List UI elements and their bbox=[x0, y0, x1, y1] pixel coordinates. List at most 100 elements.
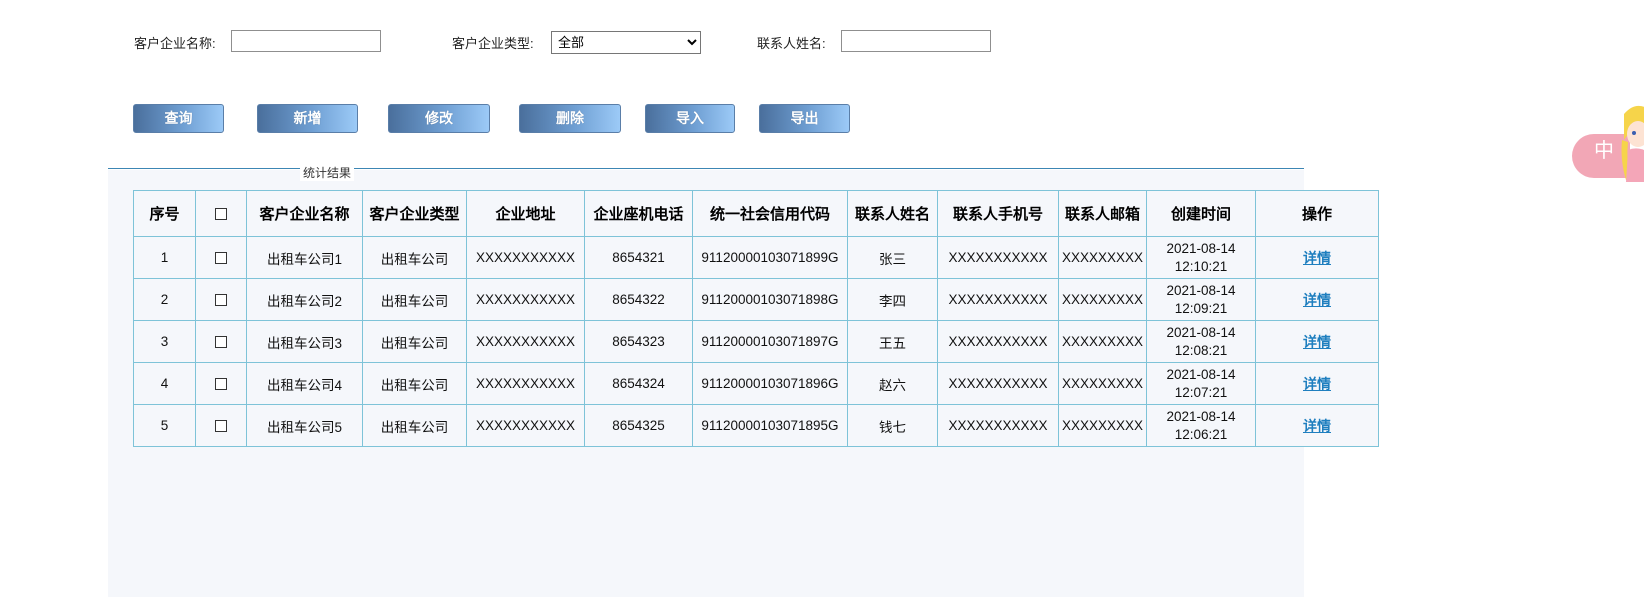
row-checkbox[interactable] bbox=[215, 420, 227, 433]
created-date: 2021-08-14 bbox=[1166, 240, 1236, 256]
cell-company-name: 出租车公司5 bbox=[246, 404, 363, 447]
table-row: 2 出租车公司2 出租车公司 XXXXXXXXXXX 8654322 91120… bbox=[133, 278, 1379, 321]
cell-company-type: 出租车公司 bbox=[362, 278, 467, 321]
cell-contact-mobile: XXXXXXXXXXX bbox=[937, 404, 1059, 447]
cell-landline: 8654321 bbox=[584, 236, 693, 279]
row-checkbox[interactable] bbox=[215, 294, 227, 307]
cell-select[interactable] bbox=[195, 320, 247, 363]
column-header-contact-name: 联系人姓名 bbox=[847, 190, 938, 237]
column-header-created-time: 创建时间 bbox=[1146, 190, 1256, 237]
cell-company-name: 出租车公司3 bbox=[246, 320, 363, 363]
cell-company-name: 出租车公司2 bbox=[246, 278, 363, 321]
detail-link[interactable]: 详情 bbox=[1303, 334, 1331, 350]
cell-address: XXXXXXXXXXX bbox=[466, 404, 585, 447]
cell-contact-name: 赵六 bbox=[847, 362, 938, 405]
company-type-label: 客户企业类型: bbox=[452, 36, 534, 51]
column-header-company-name: 客户企业名称 bbox=[246, 190, 363, 237]
cell-address: XXXXXXXXXXX bbox=[466, 278, 585, 321]
cell-select[interactable] bbox=[195, 362, 247, 405]
query-button[interactable]: 查询 bbox=[133, 104, 224, 133]
results-fieldset-border bbox=[108, 168, 1304, 169]
company-type-select[interactable]: 全部 bbox=[551, 31, 701, 54]
cell-select[interactable] bbox=[195, 404, 247, 447]
delete-button[interactable]: 删除 bbox=[519, 104, 621, 133]
cell-company-type: 出租车公司 bbox=[362, 320, 467, 363]
column-header-index: 序号 bbox=[133, 190, 196, 237]
results-table: 序号 客户企业名称 客户企业类型 企业地址 企业座机电话 统一社会信用代码 联系… bbox=[133, 190, 1379, 447]
column-header-contact-email: 联系人邮箱 bbox=[1058, 190, 1147, 237]
cell-landline: 8654325 bbox=[584, 404, 693, 447]
column-header-select-all[interactable] bbox=[195, 190, 247, 237]
cell-contact-mobile: XXXXXXXXXXX bbox=[937, 278, 1059, 321]
cell-company-type: 出租车公司 bbox=[362, 362, 467, 405]
created-date: 2021-08-14 bbox=[1166, 366, 1236, 382]
cell-created-time: 2021-08-14 12:08:21 bbox=[1146, 320, 1256, 363]
column-header-contact-mobile: 联系人手机号 bbox=[937, 190, 1059, 237]
cell-select[interactable] bbox=[195, 236, 247, 279]
created-date: 2021-08-14 bbox=[1166, 324, 1236, 340]
cell-contact-mobile: XXXXXXXXXXX bbox=[937, 236, 1059, 279]
cell-actions: 详情 bbox=[1255, 320, 1379, 363]
created-clock: 12:07:21 bbox=[1174, 384, 1228, 400]
cell-contact-mobile: XXXXXXXXXXX bbox=[937, 362, 1059, 405]
table-header-row: 序号 客户企业名称 客户企业类型 企业地址 企业座机电话 统一社会信用代码 联系… bbox=[133, 190, 1379, 237]
edit-button[interactable]: 修改 bbox=[388, 104, 490, 133]
cell-landline: 8654324 bbox=[584, 362, 693, 405]
table-row: 4 出租车公司4 出租车公司 XXXXXXXXXXX 8654324 91120… bbox=[133, 362, 1379, 405]
floating-assistant-widget[interactable]: 中 bbox=[1572, 100, 1644, 182]
cell-contact-name: 王五 bbox=[847, 320, 938, 363]
created-clock: 12:09:21 bbox=[1174, 300, 1228, 316]
cell-address: XXXXXXXXXXX bbox=[466, 362, 585, 405]
cell-company-name: 出租车公司1 bbox=[246, 236, 363, 279]
detail-link[interactable]: 详情 bbox=[1303, 292, 1331, 308]
cell-landline: 8654323 bbox=[584, 320, 693, 363]
contact-name-label: 联系人姓名: bbox=[757, 36, 826, 51]
row-checkbox[interactable] bbox=[215, 336, 227, 349]
cell-contact-email: XXXXXXXXX bbox=[1058, 362, 1147, 405]
page: 客户企业名称: 客户企业类型: 全部 联系人姓名: 查询 新增 修改 删除 导入… bbox=[0, 0, 1644, 597]
created-clock: 12:06:21 bbox=[1174, 426, 1228, 442]
cell-contact-name: 张三 bbox=[847, 236, 938, 279]
character-avatar-icon bbox=[1621, 105, 1644, 182]
column-header-address: 企业地址 bbox=[466, 190, 585, 237]
column-header-actions: 操作 bbox=[1255, 190, 1379, 237]
cell-contact-email: XXXXXXXXX bbox=[1058, 404, 1147, 447]
detail-link[interactable]: 详情 bbox=[1303, 418, 1331, 434]
created-date: 2021-08-14 bbox=[1166, 408, 1236, 424]
cell-created-time: 2021-08-14 12:10:21 bbox=[1146, 236, 1256, 279]
widget-label: 中 bbox=[1594, 138, 1614, 162]
cell-credit-code: 91120000103071899G bbox=[692, 236, 848, 279]
cell-contact-email: XXXXXXXXX bbox=[1058, 320, 1147, 363]
cell-index: 4 bbox=[133, 362, 196, 405]
detail-link[interactable]: 详情 bbox=[1303, 376, 1331, 392]
column-header-credit-code: 统一社会信用代码 bbox=[692, 190, 848, 237]
import-button[interactable]: 导入 bbox=[645, 104, 735, 133]
cell-index: 3 bbox=[133, 320, 196, 363]
row-checkbox[interactable] bbox=[215, 378, 227, 391]
created-date: 2021-08-14 bbox=[1166, 282, 1236, 298]
cell-created-time: 2021-08-14 12:07:21 bbox=[1146, 362, 1256, 405]
cell-credit-code: 91120000103071895G bbox=[692, 404, 848, 447]
cell-actions: 详情 bbox=[1255, 362, 1379, 405]
select-all-checkbox[interactable] bbox=[215, 208, 227, 221]
cell-company-type: 出租车公司 bbox=[362, 404, 467, 447]
add-button[interactable]: 新增 bbox=[257, 104, 358, 133]
cell-select[interactable] bbox=[195, 278, 247, 321]
cell-index: 1 bbox=[133, 236, 196, 279]
cell-contact-mobile: XXXXXXXXXXX bbox=[937, 320, 1059, 363]
cell-actions: 详情 bbox=[1255, 278, 1379, 321]
row-checkbox[interactable] bbox=[215, 252, 227, 265]
export-button[interactable]: 导出 bbox=[759, 104, 850, 133]
contact-name-input[interactable] bbox=[841, 30, 991, 52]
created-clock: 12:08:21 bbox=[1174, 342, 1228, 358]
cell-credit-code: 91120000103071896G bbox=[692, 362, 848, 405]
cell-contact-name: 李四 bbox=[847, 278, 938, 321]
cell-contact-email: XXXXXXXXX bbox=[1058, 278, 1147, 321]
detail-link[interactable]: 详情 bbox=[1303, 250, 1331, 266]
table-row: 1 出租车公司1 出租车公司 XXXXXXXXXXX 8654321 91120… bbox=[133, 236, 1379, 279]
table-row: 5 出租车公司5 出租车公司 XXXXXXXXXXX 8654325 91120… bbox=[133, 404, 1379, 447]
cell-landline: 8654322 bbox=[584, 278, 693, 321]
company-name-input[interactable] bbox=[231, 30, 381, 52]
cell-credit-code: 91120000103071897G bbox=[692, 320, 848, 363]
results-legend: 统计结果 bbox=[300, 165, 355, 181]
